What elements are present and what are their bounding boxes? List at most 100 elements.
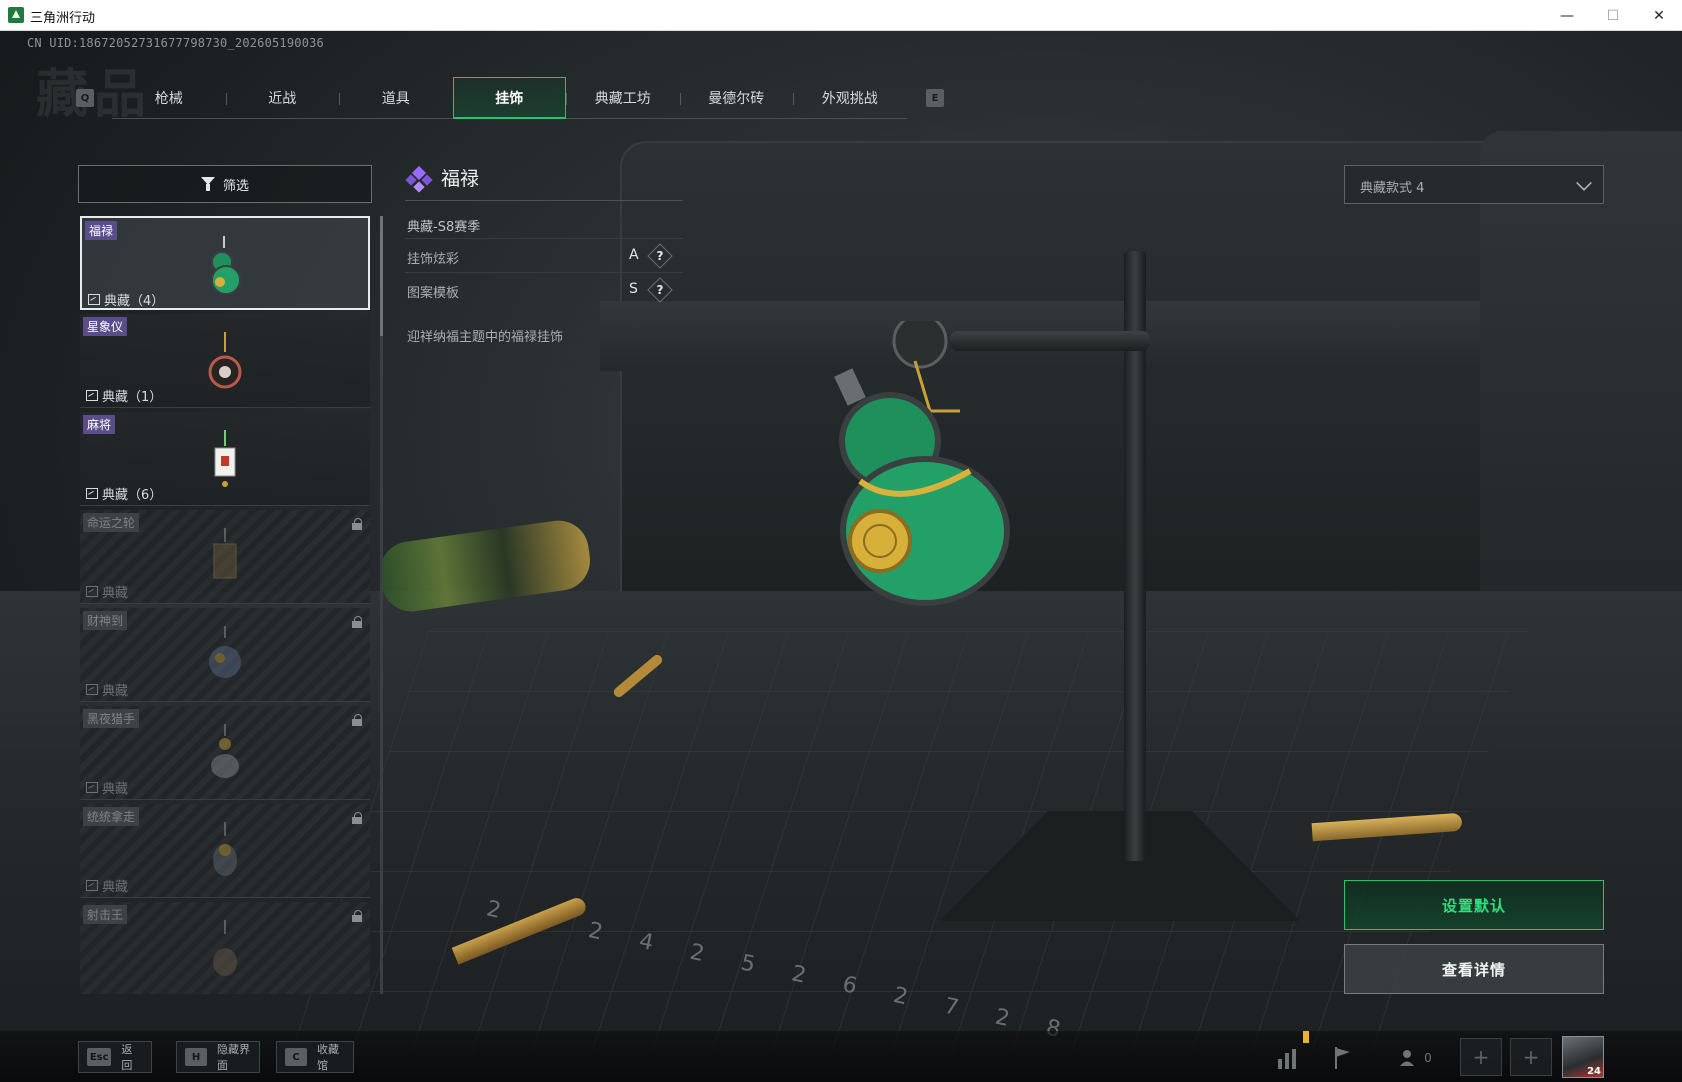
charm-count-text: 典藏（4）: [104, 294, 165, 309]
team-button[interactable]: 0: [1386, 1041, 1446, 1075]
list-scrollbar[interactable]: [380, 216, 383, 994]
charm-count: 典藏: [86, 582, 128, 601]
tab-charms[interactable]: 挂饰: [452, 77, 566, 119]
help-icon[interactable]: ?: [647, 277, 673, 303]
charm-item-astrolabe[interactable]: 星象仪 典藏（1）: [80, 314, 370, 408]
avatar[interactable]: 24: [1562, 1036, 1604, 1078]
gourd-charm-icon: [211, 236, 241, 295]
charm-name-tag: 黑夜猎手: [83, 709, 140, 728]
set-default-button[interactable]: 设置默认: [1344, 880, 1604, 930]
collection-hall-hotkey-button[interactable]: C 收藏馆: [276, 1041, 354, 1073]
charm-item-fulu[interactable]: 福禄 典藏（4）: [80, 216, 370, 310]
back-hotkey-button[interactable]: Esc 返回: [78, 1041, 152, 1073]
charm-count: 典藏（4）: [88, 290, 164, 309]
collection-icon: [86, 586, 98, 597]
lock-icon: [352, 910, 362, 922]
shooting-king-charm-icon: [213, 920, 237, 976]
bar-chart-icon[interactable]: [1270, 1041, 1304, 1075]
player-level: 24: [1587, 1066, 1601, 1077]
charm-count: 典藏（1）: [86, 386, 162, 405]
notification-badge: [1303, 1031, 1309, 1043]
tab-items[interactable]: 道具: [339, 77, 453, 119]
charm-name-tag: 命运之轮: [83, 513, 140, 532]
grade-value: S: [629, 281, 638, 297]
charm-name-tag: 财神到: [83, 611, 128, 630]
charm-item-wheel-of-fate[interactable]: 命运之轮 典藏: [80, 510, 370, 604]
charm-list[interactable]: 福禄 典藏（4） 星象仪 典藏（1） 麻将 典藏（6） 命运之轮 典藏 财神到 …: [80, 216, 372, 994]
team-members-icon: [1400, 1050, 1415, 1066]
charm-item-mahjong[interactable]: 麻将 典藏（6）: [80, 412, 370, 506]
collection-icon: [86, 684, 98, 695]
window-titlebar: 三角洲行动 — ☐ ✕: [0, 0, 1682, 31]
gourd-charm-model[interactable]: [820, 321, 1080, 631]
charm-name-tag: 星象仪: [83, 317, 128, 336]
charm-description: 迎祥纳福主题中的福禄挂饰: [407, 330, 564, 345]
filter-button[interactable]: 筛选: [78, 165, 372, 203]
take-all-charm-icon: [213, 822, 237, 876]
charm-count-text: 典藏: [102, 684, 129, 699]
charm-name-tag: 统统拿走: [83, 807, 140, 826]
maximize-button[interactable]: ☐: [1590, 0, 1636, 31]
category-tabs: 枪械 近战 道具 挂饰 典藏工坊 曼德尔砖 外观挑战: [112, 77, 907, 119]
fortune-wheel-charm-icon: [213, 528, 237, 579]
tab-guns[interactable]: 枪械: [112, 77, 226, 119]
detail-row-label: 图案模板: [407, 286, 460, 301]
astrolabe-charm-icon: [208, 332, 242, 389]
charm-name-tag: 麻将: [83, 415, 116, 434]
lock-icon: [352, 616, 362, 628]
tab-appearance-challenge[interactable]: 外观挑战: [793, 77, 907, 119]
close-button[interactable]: ✕: [1636, 0, 1682, 31]
tab-mandel-brick[interactable]: 曼德尔砖: [679, 77, 794, 119]
player-uid: CN UID:18672052731677798730_202605190036: [27, 36, 324, 50]
charm-count-text: 典藏（1）: [102, 390, 163, 405]
charm-count-text: 典藏: [102, 782, 129, 797]
tab-workshop[interactable]: 典藏工坊: [566, 77, 680, 119]
minimize-button[interactable]: —: [1544, 0, 1590, 31]
charm-count-text: 典藏: [102, 880, 129, 895]
detail-row-label: 挂饰炫彩: [407, 252, 460, 267]
add-teammate-slot-button[interactable]: +: [1460, 1038, 1502, 1076]
team-count: 0: [1424, 1051, 1432, 1065]
fortune-god-charm-icon: [209, 626, 241, 678]
tab-melee[interactable]: 近战: [225, 77, 340, 119]
hotkey-label: 返回: [121, 1043, 133, 1072]
hotkey-label: 隐藏界面: [217, 1043, 250, 1072]
prev-tab-key-hint[interactable]: Q: [76, 89, 94, 107]
hotkey-label: 收藏馆: [317, 1043, 339, 1072]
detail-row-pattern: 图案模板 S ?: [405, 272, 683, 306]
key-cap: H: [185, 1048, 207, 1066]
key-cap: Esc: [87, 1048, 112, 1066]
bottom-bar: Esc 返回 H 隐藏界面 C 收藏馆 0: [0, 1031, 1682, 1082]
charm-item-shooting-king[interactable]: 射击王: [80, 902, 370, 994]
charm-item-take-all[interactable]: 统统拿走 典藏: [80, 804, 370, 898]
collection-icon: [86, 880, 98, 891]
filter-label: 筛选: [222, 178, 249, 194]
add-teammate-slot-button[interactable]: +: [1510, 1038, 1552, 1076]
category-tabbar: Q 枪械 近战 道具 挂饰 典藏工坊 曼德尔砖 外观挑战 E: [76, 77, 956, 119]
help-icon[interactable]: ?: [647, 243, 673, 269]
collection-icon: [88, 294, 100, 305]
lock-icon: [352, 714, 362, 726]
grade-value: A: [629, 247, 639, 263]
lock-icon: [352, 518, 362, 530]
help-glyph: ?: [656, 283, 664, 297]
night-hunter-charm-icon: [211, 724, 239, 778]
window-title: 三角洲行动: [30, 11, 96, 26]
variant-dropdown[interactable]: 典藏款式 4: [1344, 165, 1604, 204]
charm-count: 典藏: [86, 778, 128, 797]
next-tab-key-hint[interactable]: E: [926, 89, 944, 107]
lock-icon: [352, 812, 362, 824]
charm-item-night-hunter[interactable]: 黑夜猎手 典藏: [80, 706, 370, 800]
mahjong-charm-icon: [214, 430, 236, 487]
list-scrollbar-thumb[interactable]: [380, 216, 383, 336]
hide-ui-hotkey-button[interactable]: H 隐藏界面: [176, 1041, 260, 1073]
app-icon: [8, 7, 24, 23]
charm-item-fortune-god[interactable]: 财神到 典藏: [80, 608, 370, 702]
charm-title: 福禄: [441, 168, 480, 190]
charm-count: 典藏（6）: [86, 484, 162, 503]
charm-name-tag: 射击王: [83, 905, 128, 924]
charm-count: 典藏: [86, 680, 128, 699]
charm-name-tag: 福禄: [85, 221, 118, 240]
view-details-button[interactable]: 查看详情: [1344, 944, 1604, 994]
flag-icon[interactable]: [1326, 1041, 1360, 1075]
